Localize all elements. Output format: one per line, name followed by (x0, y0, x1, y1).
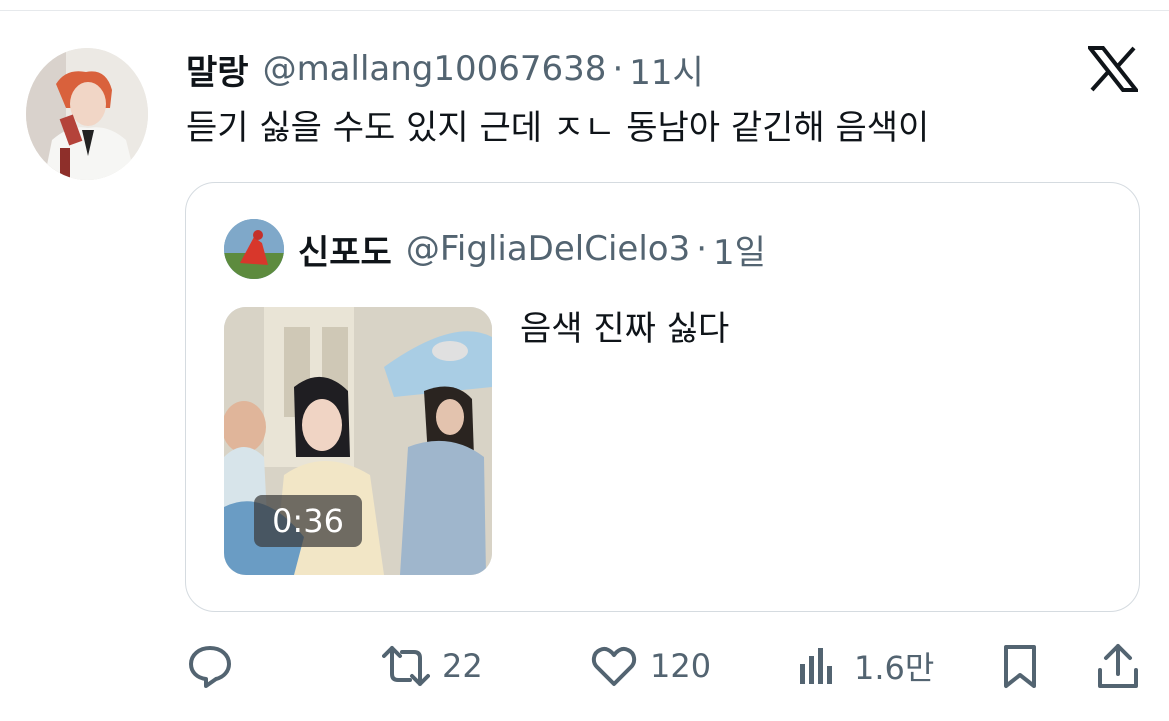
retweet-icon (382, 646, 430, 686)
retweet-count: 22 (442, 647, 483, 685)
video-duration-badge: 0:36 (254, 495, 362, 547)
bookmark-icon (1004, 645, 1036, 688)
quoted-tweet-card[interactable]: 신포도 @FigliaDelCielo3 · 1일 0:36 음색 진짜 싫다 (185, 182, 1140, 612)
tweet-screenshot: 말랑 @mallang10067638 · 11시 듣기 싫을 수도 있지 근데… (0, 0, 1169, 721)
like-button[interactable]: 120 (590, 636, 711, 696)
retweet-button[interactable]: 22 (382, 636, 483, 696)
quoted-video-thumbnail[interactable]: 0:36 (224, 307, 492, 575)
quoted-avatar-image (224, 219, 284, 279)
bookmark-button[interactable] (996, 636, 1056, 696)
quoted-author-avatar[interactable] (224, 219, 284, 279)
quoted-header-separator: · (696, 229, 708, 269)
tweet-actions-bar: 22 120 1.6만 (186, 636, 1146, 696)
quoted-author-display-name[interactable]: 신포도 (298, 225, 392, 274)
share-button[interactable] (1094, 636, 1154, 696)
quoted-tweet-text: 음색 진짜 싫다 (520, 309, 730, 349)
quoted-author-handle[interactable]: @FigliaDelCielo3 (406, 229, 690, 269)
avatar-image (26, 48, 148, 180)
tweet-time[interactable]: 11시 (629, 45, 704, 94)
reply-icon (189, 646, 231, 688)
views-count: 1.6만 (854, 649, 935, 687)
tweet-header: 말랑 @mallang10067638 · 11시 (186, 44, 704, 94)
x-logo-icon (1085, 46, 1141, 92)
author-handle[interactable]: @mallang10067638 (263, 49, 607, 89)
quoted-tweet-header: 신포도 @FigliaDelCielo3 · 1일 (224, 219, 766, 279)
quoted-tweet-time[interactable]: 1일 (713, 225, 766, 274)
reply-button[interactable] (186, 636, 246, 696)
author-avatar[interactable] (26, 48, 148, 180)
header-separator: · (612, 49, 624, 89)
tweet-text: 듣기 싫을 수도 있지 근데 ㅈㄴ 동남아 같긴해 음색이 (186, 108, 930, 148)
share-icon (1098, 644, 1138, 688)
views-button[interactable]: 1.6만 (794, 636, 934, 696)
heart-icon (591, 646, 637, 686)
views-icon (800, 648, 832, 684)
author-display-name[interactable]: 말랑 (186, 45, 249, 94)
like-count: 120 (650, 647, 712, 685)
top-divider (0, 10, 1169, 11)
